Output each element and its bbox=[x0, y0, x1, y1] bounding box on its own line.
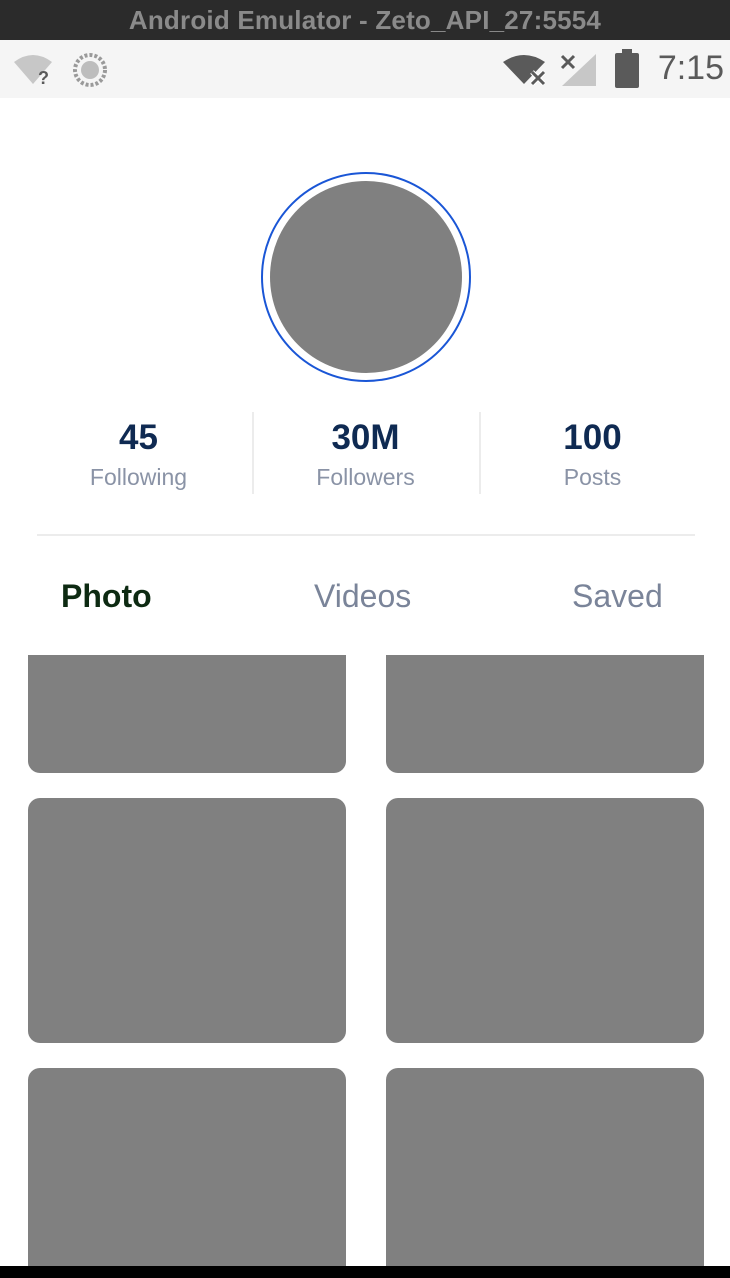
status-bar: ? 7:15 bbox=[0, 40, 730, 98]
content-tabs: Photo Videos Saved bbox=[0, 570, 730, 626]
stat-label: Following bbox=[89, 464, 188, 490]
photo-tile[interactable] bbox=[386, 798, 704, 1043]
window-titlebar: Android Emulator - Zeto_API_27:5554 bbox=[0, 0, 730, 40]
battery-icon bbox=[615, 49, 639, 88]
avatar-ring bbox=[261, 172, 471, 382]
stat-following[interactable]: 45 Following bbox=[25, 412, 252, 494]
wifi-unknown-icon: ? bbox=[14, 55, 52, 86]
stat-followers[interactable]: 30M Followers bbox=[252, 412, 479, 494]
status-time: 7:15 bbox=[657, 49, 724, 87]
photo-tile[interactable] bbox=[28, 1068, 346, 1266]
bottom-bar bbox=[0, 1266, 730, 1278]
avatar[interactable] bbox=[270, 181, 462, 373]
wifi-off-icon bbox=[503, 55, 546, 86]
stat-posts[interactable]: 100 Posts bbox=[479, 412, 706, 494]
section-divider bbox=[37, 534, 695, 536]
photo-tile[interactable] bbox=[386, 655, 704, 773]
profile-stats: 45 Following 30M Followers 100 Posts bbox=[25, 412, 706, 494]
stat-value: 30M bbox=[331, 418, 400, 457]
stat-label: Followers bbox=[316, 464, 415, 490]
no-signal-icon bbox=[560, 54, 596, 86]
stat-value: 100 bbox=[563, 418, 622, 457]
svg-text:?: ? bbox=[38, 68, 49, 86]
tab-photo[interactable]: Photo bbox=[61, 570, 152, 622]
stat-label: Posts bbox=[563, 464, 622, 490]
window-title: Android Emulator - Zeto_API_27:5554 bbox=[128, 4, 602, 35]
photo-tile[interactable] bbox=[386, 1068, 704, 1266]
tab-videos[interactable]: Videos bbox=[314, 570, 411, 622]
tab-saved[interactable]: Saved bbox=[572, 570, 663, 622]
photo-grid bbox=[0, 655, 730, 1266]
photo-tile[interactable] bbox=[28, 798, 346, 1043]
stat-value: 45 bbox=[119, 418, 158, 457]
sync-icon bbox=[73, 53, 107, 87]
profile-screen: 45 Following 30M Followers 100 Posts Pho… bbox=[0, 98, 730, 1266]
photo-tile[interactable] bbox=[28, 655, 346, 773]
